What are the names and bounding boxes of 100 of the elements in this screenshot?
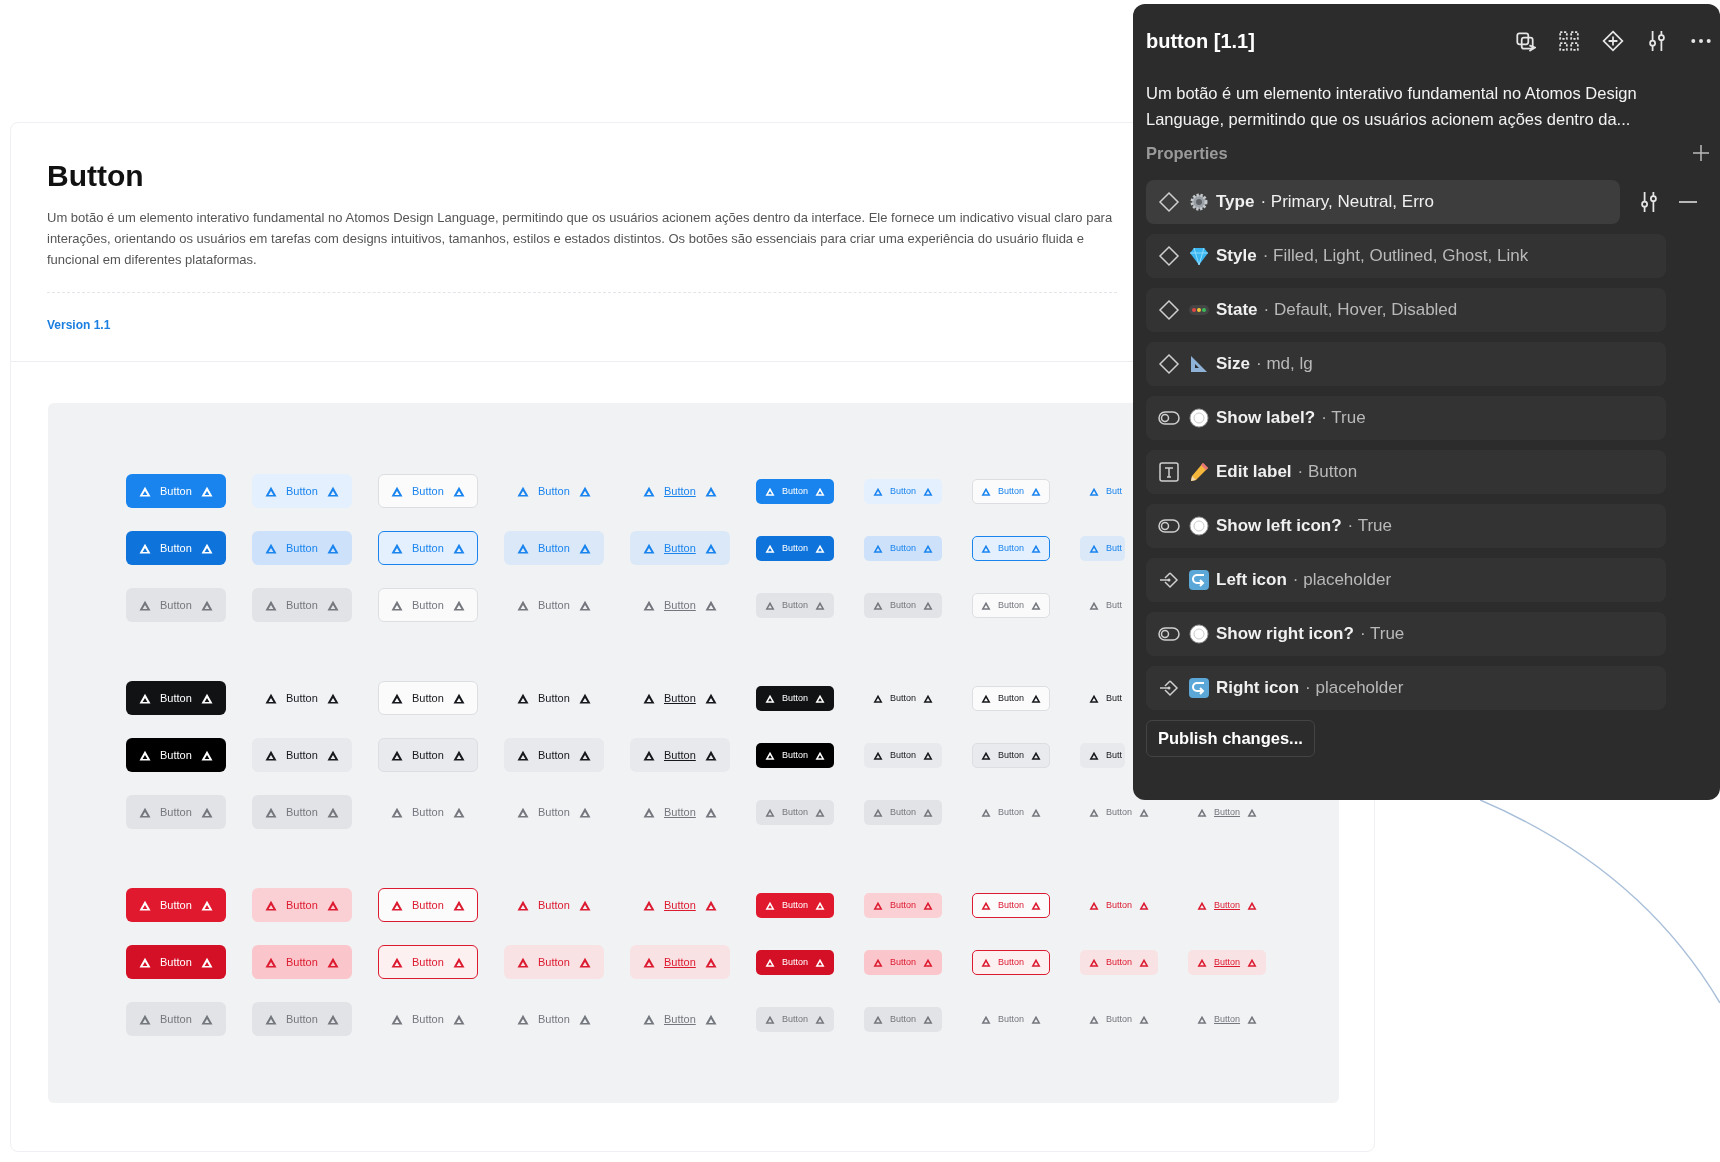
button[interactable]: Button bbox=[126, 888, 226, 922]
button[interactable]: Button bbox=[252, 888, 352, 922]
button[interactable]: Button bbox=[756, 892, 835, 918]
button[interactable]: Button bbox=[630, 474, 730, 508]
button[interactable]: Button bbox=[504, 474, 604, 508]
button[interactable]: Button bbox=[630, 888, 730, 922]
property-row[interactable]: Style · Filled, Light, Outlined, Ghost, Link bbox=[1146, 234, 1666, 278]
button[interactable]: Button bbox=[1080, 892, 1159, 918]
property-row[interactable]: Show right icon? · True bbox=[1146, 612, 1666, 656]
button[interactable]: Button bbox=[756, 742, 835, 768]
button[interactable]: Button bbox=[864, 685, 943, 711]
triangle-icon bbox=[643, 899, 655, 911]
triangle-icon bbox=[815, 543, 826, 553]
button[interactable]: Button bbox=[504, 738, 604, 772]
triangle-icon bbox=[452, 899, 465, 911]
button[interactable]: Button bbox=[972, 535, 1051, 561]
property-row[interactable]: Show label? · True bbox=[1146, 396, 1666, 440]
triangle-icon bbox=[765, 900, 775, 910]
triangle-icon bbox=[1089, 750, 1099, 760]
button[interactable]: Butt bbox=[1080, 478, 1125, 504]
button[interactable]: Button bbox=[1188, 892, 1267, 918]
add-icon[interactable] bbox=[1692, 144, 1710, 162]
triangle-icon bbox=[391, 599, 403, 611]
triangle-icon bbox=[923, 750, 934, 760]
button[interactable]: Button bbox=[126, 474, 226, 508]
triangle-icon bbox=[815, 807, 826, 817]
button[interactable]: Button bbox=[630, 681, 730, 715]
property-row[interactable]: Edit label · Button bbox=[1146, 450, 1666, 494]
triangle-icon bbox=[265, 692, 277, 704]
button[interactable]: Button bbox=[864, 892, 943, 918]
triangle-icon bbox=[517, 599, 529, 611]
copy-icon[interactable] bbox=[1514, 30, 1536, 52]
button[interactable]: Button bbox=[630, 945, 730, 979]
property-row[interactable]: Type · Primary, Neutral, Erro bbox=[1146, 180, 1620, 224]
triangle-icon bbox=[643, 692, 655, 704]
button[interactable]: Button bbox=[126, 531, 226, 565]
triangle-icon bbox=[981, 1014, 991, 1024]
button[interactable]: Button bbox=[630, 738, 730, 772]
triangle-icon bbox=[815, 900, 826, 910]
triangle-icon bbox=[139, 806, 151, 818]
property-row[interactable]: State · Default, Hover, Disabled bbox=[1146, 288, 1666, 332]
grid-icon[interactable] bbox=[1558, 30, 1580, 52]
triangle-icon bbox=[200, 692, 213, 704]
triangle-icon bbox=[200, 599, 213, 611]
button[interactable]: Button bbox=[864, 478, 943, 504]
button[interactable]: Button bbox=[126, 738, 226, 772]
button[interactable]: Butt bbox=[1080, 685, 1125, 711]
property-row[interactable]: Show left icon? · True bbox=[1146, 504, 1666, 548]
button[interactable]: Button bbox=[864, 949, 943, 975]
button[interactable]: Button bbox=[864, 535, 943, 561]
property-row[interactable]: Right icon · placeholder bbox=[1146, 666, 1666, 710]
property-row[interactable]: Size · md, lg bbox=[1146, 342, 1666, 386]
button[interactable]: Button bbox=[126, 681, 226, 715]
button[interactable]: Button bbox=[756, 478, 835, 504]
triangle-icon bbox=[265, 749, 277, 761]
property-value: · Filled, Light, Outlined, Ghost, Link bbox=[1262, 246, 1529, 266]
button[interactable]: Button bbox=[630, 531, 730, 565]
button[interactable]: Button bbox=[756, 685, 835, 711]
gear-icon bbox=[1188, 191, 1210, 213]
button[interactable]: Button bbox=[378, 531, 478, 565]
button[interactable]: Button bbox=[504, 888, 604, 922]
button[interactable]: Button bbox=[252, 531, 352, 565]
button[interactable]: Button bbox=[756, 949, 835, 975]
button[interactable]: Button bbox=[126, 945, 226, 979]
button[interactable]: Button bbox=[504, 945, 604, 979]
publish-button[interactable]: Publish changes... bbox=[1146, 720, 1315, 757]
button[interactable]: Button bbox=[972, 478, 1051, 504]
button[interactable]: Button bbox=[972, 949, 1051, 975]
button[interactable]: Button bbox=[864, 742, 943, 768]
triangle-icon bbox=[1089, 600, 1099, 610]
button[interactable]: Button bbox=[504, 681, 604, 715]
button[interactable]: Button bbox=[972, 892, 1051, 918]
triangle-icon bbox=[981, 750, 991, 760]
version-link[interactable]: Version 1.1 bbox=[47, 318, 111, 332]
button[interactable]: Button bbox=[504, 531, 604, 565]
button[interactable]: Button bbox=[252, 738, 352, 772]
triangle-icon bbox=[200, 806, 213, 818]
button[interactable]: Button bbox=[1080, 949, 1159, 975]
component-icon[interactable] bbox=[1602, 30, 1624, 52]
triangle-icon bbox=[704, 542, 717, 554]
button[interactable]: Button bbox=[378, 888, 478, 922]
button[interactable]: Button bbox=[756, 535, 835, 561]
button[interactable]: Button bbox=[378, 474, 478, 508]
button[interactable]: Button bbox=[1188, 949, 1267, 975]
button[interactable]: Button bbox=[972, 742, 1051, 768]
button[interactable]: Button bbox=[378, 945, 478, 979]
triangle-icon bbox=[1089, 693, 1099, 703]
triangle-icon bbox=[139, 749, 151, 761]
button[interactable]: Butt bbox=[1080, 742, 1125, 768]
button[interactable]: Button bbox=[972, 685, 1051, 711]
adjust-icon[interactable] bbox=[1646, 30, 1668, 52]
property-row[interactable]: Left icon · placeholder bbox=[1146, 558, 1666, 602]
button[interactable]: Button bbox=[378, 738, 478, 772]
triangle-icon bbox=[923, 543, 934, 553]
button[interactable]: Butt bbox=[1080, 535, 1125, 561]
button[interactable]: Button bbox=[378, 681, 478, 715]
button[interactable]: Button bbox=[252, 945, 352, 979]
button[interactable]: Button bbox=[252, 474, 352, 508]
adjust-icon[interactable] bbox=[1638, 191, 1660, 213]
button[interactable]: Button bbox=[252, 681, 352, 715]
